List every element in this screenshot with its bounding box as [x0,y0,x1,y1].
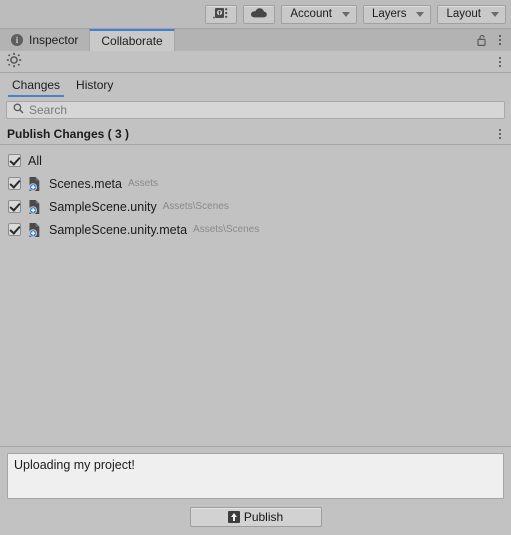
select-all-label: All [28,153,42,168]
layers-dropdown[interactable]: Layers [362,4,432,24]
tab-strip-controls [475,29,511,51]
file-checkbox[interactable] [8,177,21,190]
unlocked-padlock-icon[interactable] [475,33,489,47]
publish-button-label: Publish [243,510,284,524]
file-row[interactable]: SampleScene.unity Assets\Scenes [0,195,511,218]
kebab-dot [499,35,501,37]
kebab-dot [499,133,501,135]
file-name: SampleScene.unity [49,199,157,214]
publish-changes-header: Publish Changes ( 3 ) [0,124,511,145]
search-box[interactable] [6,101,505,119]
file-path: Assets\Scenes [193,224,260,235]
tab-collaborate[interactable]: Collaborate [89,29,175,51]
file-name: SampleScene.unity.meta [49,222,188,237]
cloud-button[interactable] [243,4,276,24]
kebab-dot [499,64,501,67]
collab-options-menu[interactable] [493,54,507,70]
window-tab-strip: i Inspector Collaborate [0,29,511,51]
file-added-icon [28,176,43,192]
chevron-down-icon [491,11,499,17]
search-icon [13,103,29,117]
publish-area: Publish [0,446,511,535]
collab-subtabs: Changes History [0,73,511,97]
file-path: Assets\Scenes [162,201,229,212]
kebab-dot [499,129,501,131]
tab-inspector[interactable]: i Inspector [0,29,90,51]
tab-collaborate-label: Collaborate [101,34,163,48]
file-added-icon [28,222,43,238]
file-name: Scenes.meta [49,176,122,191]
file-checkbox[interactable] [8,200,21,213]
select-all-row[interactable]: All [0,149,511,172]
subtab-history[interactable]: History [72,78,117,97]
collab-sync-icon[interactable] [6,52,22,71]
layout-dropdown-label: Layout [446,7,481,20]
layers-dropdown-label: Layers [371,7,407,20]
window-options-menu[interactable] [493,32,507,48]
cloud-icon [250,7,268,22]
chevron-down-icon [341,11,350,17]
tab-inspector-label: Inspector [29,33,79,47]
layout-dropdown[interactable]: Layout [437,4,506,24]
kebab-dot [499,43,501,45]
publish-button-row: Publish [7,507,504,527]
subtab-changes-label: Changes [12,78,61,92]
select-all-checkbox[interactable] [8,154,21,167]
collab-status-bar [0,51,511,73]
chevron-down-icon [416,11,425,17]
search-input[interactable] [29,102,498,118]
collab-services-button[interactable] [205,4,238,24]
file-checkbox[interactable] [8,223,21,236]
commit-message-input[interactable] [7,453,504,499]
publish-changes-menu[interactable] [493,126,507,142]
publish-button[interactable]: Publish [189,507,322,527]
kebab-dot [499,60,501,63]
info-icon: i [11,34,23,46]
changed-files-list: All Scenes.meta Assets SampleScene.unity… [0,145,511,446]
search-area [0,97,511,124]
subtab-changes[interactable]: Changes [8,78,65,97]
file-row[interactable]: SampleScene.unity.meta Assets\Scenes [0,218,511,241]
subtab-history-label: History [76,78,114,92]
file-added-icon [28,199,43,215]
collab-services-icon [212,6,230,23]
upload-icon [227,511,240,523]
file-path: Assets [127,178,158,189]
account-dropdown-label: Account [290,7,332,20]
publish-changes-title: Publish Changes ( 3 ) [7,127,130,141]
unity-editor-window: Account Layers Layout i Inspector Collab… [0,0,511,535]
kebab-dot [499,137,501,139]
account-dropdown[interactable]: Account [281,4,357,24]
kebab-dot [499,39,501,41]
file-row[interactable]: Scenes.meta Assets [0,172,511,195]
editor-toolbar: Account Layers Layout [0,0,511,29]
kebab-dot [499,56,501,59]
